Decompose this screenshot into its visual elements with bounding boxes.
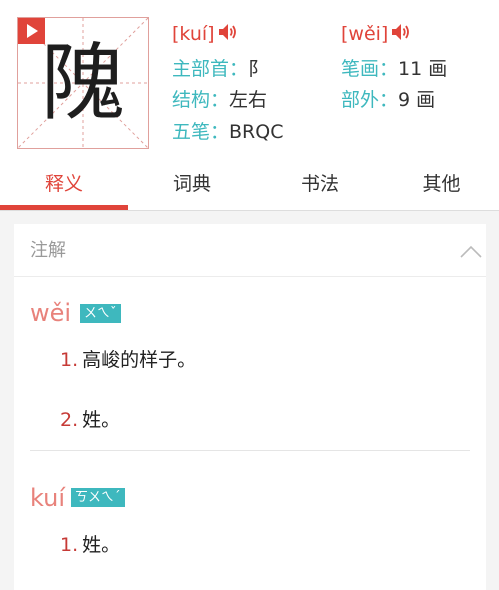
pronunciation-label: [wěi] (341, 23, 389, 45)
radical-label: 主部首： (172, 58, 249, 80)
annotation-card: 注解 wěi ㄨㄟˇ 1. 高峻的样子。 2. 姓。 kuí ㄎㄨㄟˊ 1. 姓。 (14, 224, 486, 590)
extra-strokes-info: 部外：9 画 (341, 88, 435, 112)
definition-text: 高峻的样子。 (82, 349, 197, 371)
speaker-icon[interactable] (218, 23, 238, 47)
pronunciation-label: [kuí] (172, 23, 215, 45)
bopomofo-badge: ㄨㄟˇ (80, 304, 121, 323)
bopomofo-badge: ㄎㄨㄟˊ (71, 488, 125, 507)
pronunciation-kui[interactable]: [kuí] (172, 22, 238, 47)
tab-definitions[interactable]: 释义 (0, 158, 128, 211)
structure-info: 结构：左右 (172, 88, 267, 112)
definition-number: 1. (60, 534, 79, 556)
definition-item: 1. 高峻的样子。 (60, 348, 196, 372)
tab-divider (0, 210, 499, 211)
extra-strokes-label: 部外： (341, 89, 399, 111)
play-icon[interactable] (18, 18, 45, 44)
tab-bar: 释义 词典 书法 其他 (0, 158, 499, 211)
group-divider (30, 450, 470, 451)
wubi-value: BRQC (229, 121, 284, 143)
definition-number: 2. (60, 409, 79, 431)
strokes-label: 笔画： (341, 58, 399, 80)
chevron-up-icon[interactable] (460, 243, 482, 262)
card-title: 注解 (30, 240, 66, 261)
strokes-info: 笔画：11 画 (341, 57, 447, 81)
radical-info: 主部首：阝 (172, 57, 267, 81)
radical-value: 阝 (248, 58, 268, 80)
definition-number: 1. (60, 349, 79, 371)
speaker-icon[interactable] (391, 23, 411, 47)
extra-strokes-value: 9 画 (398, 89, 436, 111)
definition-text: 姓。 (82, 534, 121, 556)
pinyin-heading: kuí (30, 484, 66, 512)
tab-calligraphy[interactable]: 书法 (256, 158, 384, 211)
strokes-value: 11 画 (398, 58, 448, 80)
definition-item: 2. 姓。 (60, 408, 120, 432)
character-box: 隗 (17, 17, 149, 149)
structure-label: 结构： (172, 89, 230, 111)
definition-item: 1. 姓。 (60, 533, 120, 557)
structure-value: 左右 (229, 89, 268, 111)
tab-other[interactable]: 其他 (384, 158, 499, 211)
wubi-info: 五笔：BRQC (172, 120, 283, 144)
card-divider (14, 276, 486, 277)
wubi-label: 五笔： (172, 121, 230, 143)
tab-dictionary[interactable]: 词典 (128, 158, 256, 211)
pronunciation-wei[interactable]: [wěi] (341, 22, 411, 47)
character-header: 隗 [kuí] [wěi] 主部首：阝 笔画：11 画 结构：左右 部外：9 画… (0, 0, 499, 211)
definition-text: 姓。 (82, 409, 121, 431)
pinyin-heading: wěi (30, 299, 72, 327)
